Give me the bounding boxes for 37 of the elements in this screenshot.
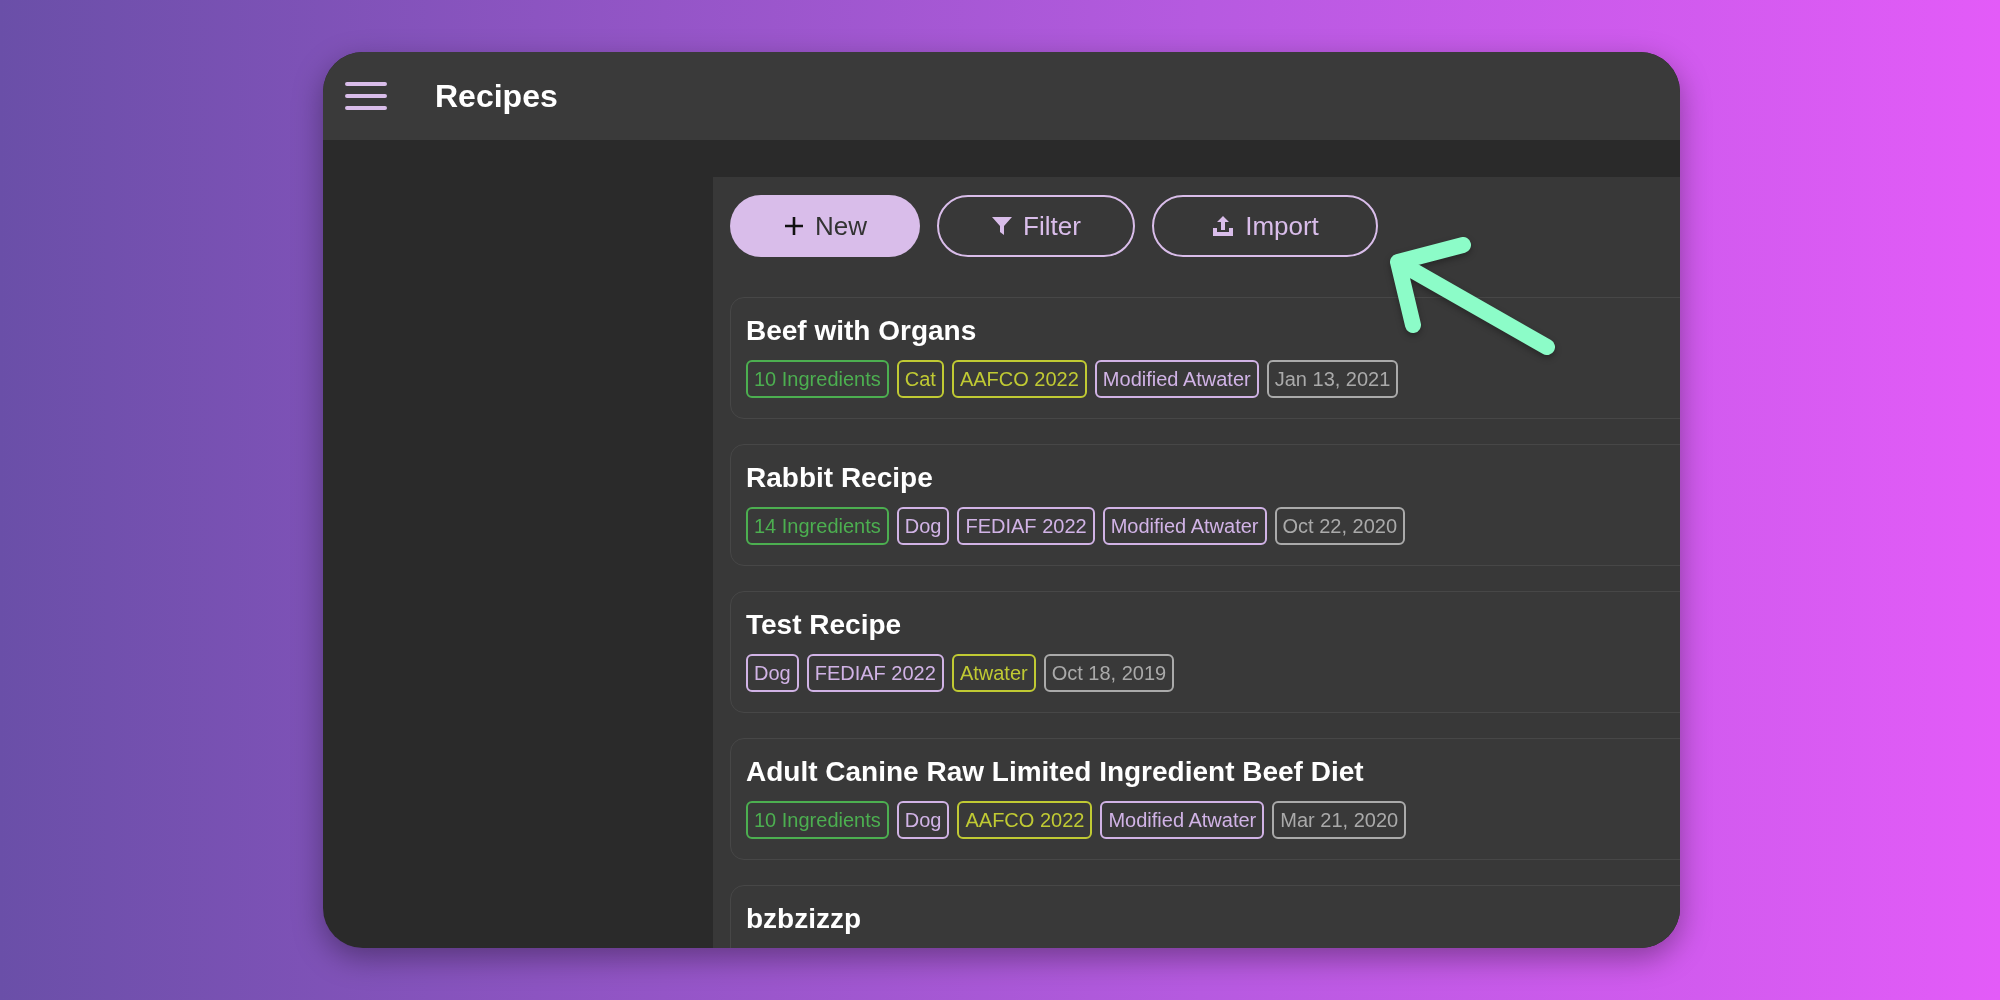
tag: 14 Ingredients [746,507,889,545]
tag: Jan 13, 2021 [1266,360,1399,398]
tag: Modified Atwater [1102,507,1267,545]
tag: AAFCO 2022 [957,801,1093,839]
new-button[interactable]: New [730,195,920,257]
menu-icon[interactable] [345,81,387,111]
upload-icon [1211,214,1236,238]
tag: Oct 18, 2019 [1043,654,1175,692]
recipe-card[interactable]: Adult Canine Raw Limited Ingredient Beef Diet 10 Ingredients Dog AAFCO 2022 Modified Atwater Mar 21, 2020 [730,738,1680,860]
recipe-title: Beef with Organs [746,314,978,348]
tag: Modified Atwater [1100,801,1265,839]
tag: Oct 22, 2020 [1274,507,1406,545]
tag: Dog [746,654,799,692]
tag: Atwater [951,654,1036,692]
filter-icon [991,215,1014,237]
tag: 10 Ingredients [746,801,889,839]
recipe-card[interactable]: Beef with Organs 10 Ingredients Cat AAFCO 2022 Modified Atwater Jan 13, 2021 [730,297,1680,419]
recipe-title: Rabbit Recipe [746,461,934,495]
import-button[interactable]: Import [1152,195,1378,257]
recipe-title: bzbzizzp [746,902,863,936]
page-title: Recipes [435,77,558,116]
recipe-title: Adult Canine Raw Limited Ingredient Beef Diet [746,755,1365,789]
recipe-title: Test Recipe [746,608,903,642]
recipe-card[interactable]: Rabbit Recipe 14 Ingredients Dog FEDIAF 2022 Modified Atwater Oct 22, 2020 [730,444,1680,566]
recipe-card[interactable]: Test Recipe Dog FEDIAF 2022 Atwater Oct 18, 2019 [730,591,1680,713]
tag: Dog [896,801,950,839]
tag: 10 Ingredients [746,360,889,398]
tag: Cat [896,360,944,398]
tag: Mar 21, 2020 [1272,801,1407,839]
tag: Modified Atwater [1094,360,1259,398]
tag: AAFCO 2022 [951,360,1087,398]
tag: Dog [896,507,950,545]
tag: FEDIAF 2022 [806,654,944,692]
recipe-card[interactable]: bzbzizzp [730,885,1680,948]
plus-icon [783,215,805,237]
tag: FEDIAF 2022 [957,507,1095,545]
filter-button[interactable]: Filter [937,195,1135,257]
